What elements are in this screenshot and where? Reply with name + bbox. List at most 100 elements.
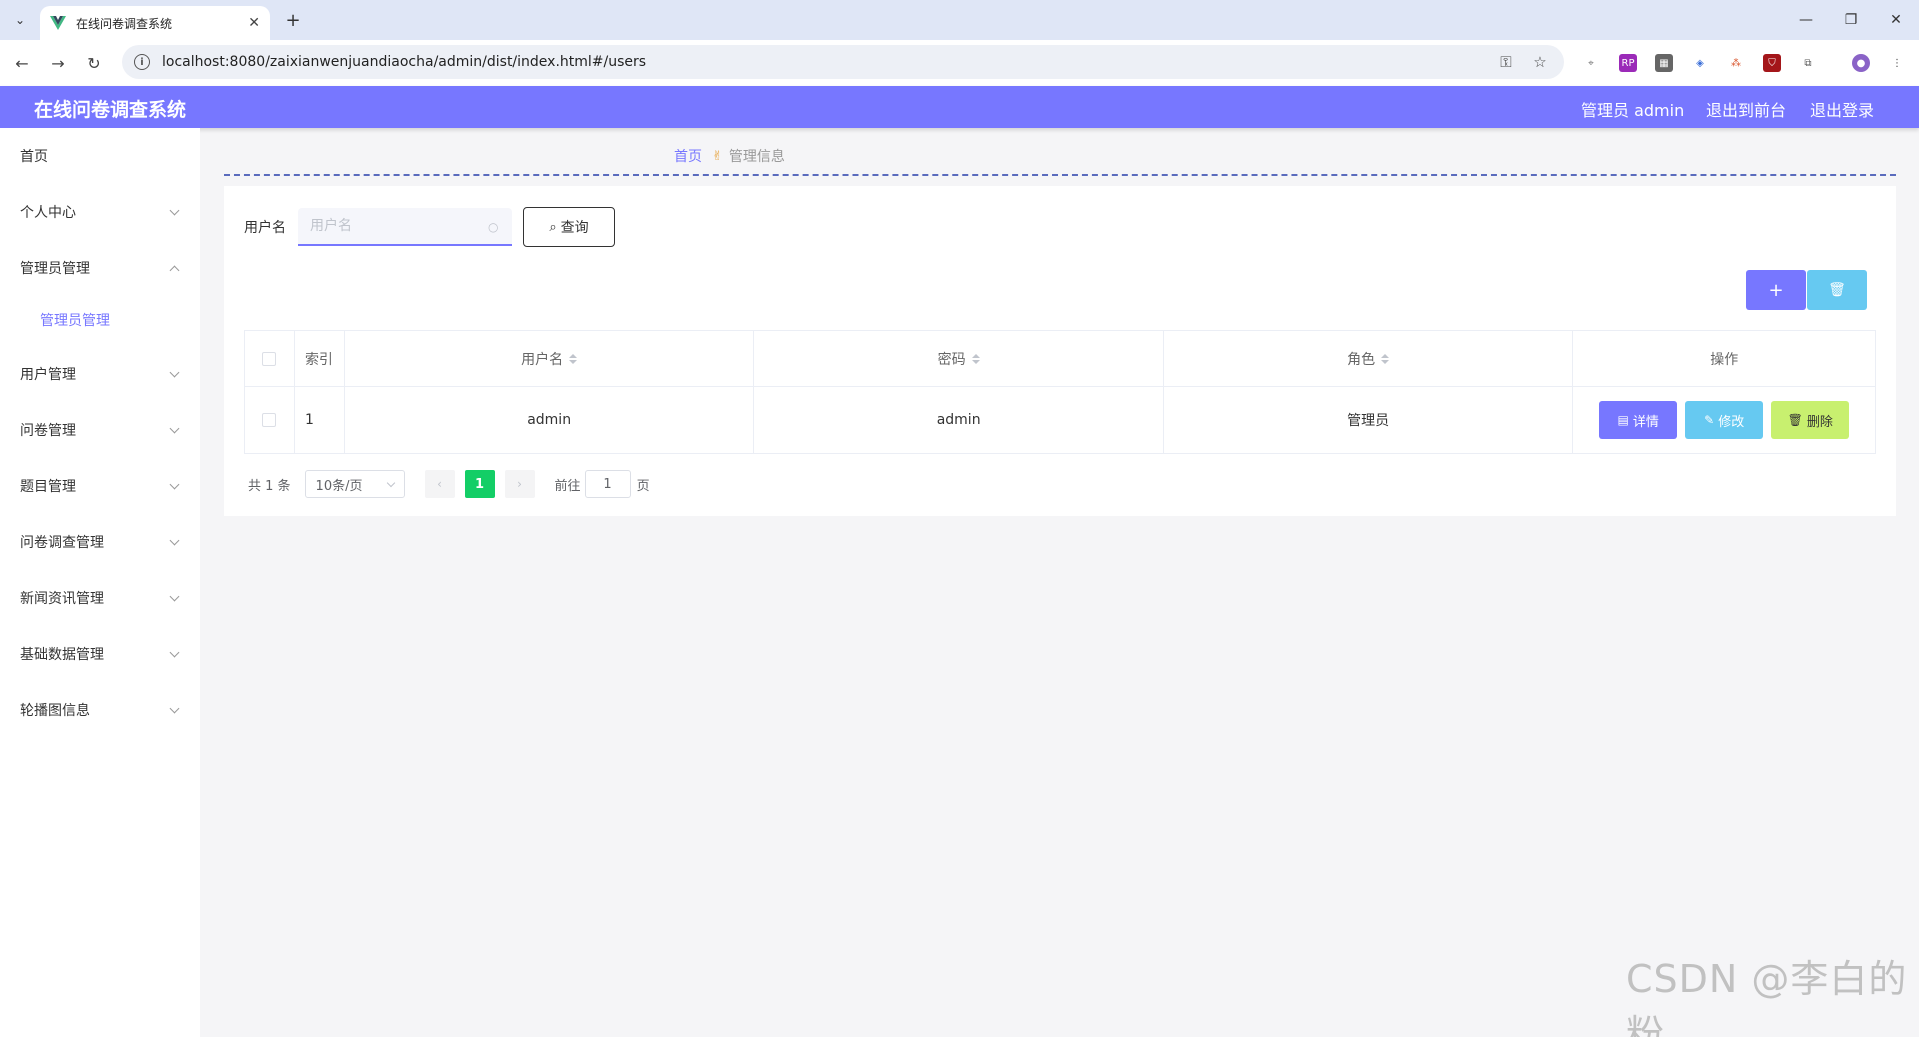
back-icon[interactable]: ←: [10, 51, 34, 75]
cursor-extension-icon[interactable]: ⌖: [1582, 54, 1600, 72]
browser-tab[interactable]: 在线问卷调查系统 ✕: [40, 6, 270, 40]
chevron-down-icon: [169, 647, 180, 658]
delete-button[interactable]: 🗑 删除: [1771, 401, 1850, 439]
header-check-cell: [245, 331, 295, 386]
site-info-icon[interactable]: i: [134, 54, 150, 70]
sidebar-item-users[interactable]: 用户管理: [0, 346, 200, 402]
key-icon[interactable]: ⚿: [1494, 53, 1518, 71]
sidebar-item-label: 管理员管理: [40, 313, 110, 329]
restore-icon[interactable]: ❐: [1836, 8, 1866, 32]
sort-icon[interactable]: [1381, 353, 1390, 364]
reload-icon[interactable]: ↻: [82, 51, 106, 75]
chevron-down-icon: [169, 423, 180, 434]
header-password[interactable]: 密码: [754, 331, 1164, 386]
edit-button[interactable]: ✎ 修改: [1685, 401, 1764, 439]
new-tab-icon[interactable]: +: [281, 8, 305, 32]
minimize-icon[interactable]: —: [1791, 8, 1821, 32]
tab-close-icon[interactable]: ✕: [248, 15, 260, 31]
reader-extension-icon[interactable]: ▦: [1655, 54, 1673, 72]
watermark: CSDN @李白的粉: [1626, 957, 1908, 1037]
browser-menu-icon[interactable]: ⋮: [1888, 54, 1906, 72]
sidebar-item-home[interactable]: 首页: [0, 128, 200, 184]
row-password: admin: [754, 387, 1164, 453]
header-role-label: 角色: [1347, 351, 1376, 368]
row-checkbox[interactable]: [262, 413, 277, 427]
row-ops: ▤ 详情 ✎ 修改 🗑 删除: [1573, 387, 1875, 453]
detail-button[interactable]: ▤ 详情: [1599, 401, 1678, 439]
sort-icon[interactable]: [971, 353, 980, 364]
sidebar: 首页 个人中心 管理员管理 管理员管理 用户管理 问卷管理 题目管理 问卷调查管…: [0, 128, 200, 1037]
delete-button-label: 删除: [1806, 414, 1833, 430]
batch-delete-button[interactable]: 🗑: [1807, 270, 1867, 310]
network-extension-icon[interactable]: ⁂: [1727, 54, 1745, 72]
chevron-down-icon: [169, 205, 180, 216]
goto-label: 前往: [554, 478, 581, 494]
sidebar-item-questionnaires[interactable]: 问卷管理: [0, 402, 200, 458]
extensions-puzzle-icon[interactable]: ⧉: [1799, 54, 1817, 72]
search-icon: ⌕: [549, 219, 557, 235]
page-suffix: 页: [636, 478, 650, 494]
document-icon: ▤: [1617, 413, 1629, 427]
browser-tab-bar: ⌄ 在线问卷调查系统 ✕ + — ❐ ✕: [0, 0, 1919, 40]
page-number-current[interactable]: 1: [464, 470, 495, 498]
header-index: 索引: [295, 331, 345, 386]
sidebar-item-label: 首页: [20, 149, 48, 165]
username-search-input[interactable]: [298, 208, 512, 246]
to-front-link[interactable]: 退出到前台: [1706, 97, 1786, 121]
address-bar[interactable]: i localhost:8080/zaixianwenjuandiaocha/a…: [122, 45, 1564, 79]
header-index-label: 索引: [304, 351, 333, 368]
tab-search-icon[interactable]: ⌄: [8, 8, 32, 32]
search-label: 用户名: [244, 220, 286, 236]
header-role[interactable]: 角色: [1164, 331, 1574, 386]
hand-icon: ✌: [712, 148, 723, 164]
sort-icon[interactable]: [569, 353, 578, 364]
chevron-left-icon: ‹: [437, 477, 442, 491]
logout-link[interactable]: 退出登录: [1810, 97, 1874, 121]
chevron-right-icon: ›: [517, 477, 522, 491]
forward-icon[interactable]: →: [46, 51, 70, 75]
edit-button-label: 修改: [1718, 414, 1745, 430]
sidebar-item-questions[interactable]: 题目管理: [0, 458, 200, 514]
page-size-value: 10条/页: [315, 478, 363, 494]
sidebar-item-label: 新闻资讯管理: [20, 591, 104, 607]
chevron-up-icon: [169, 265, 180, 276]
sidebar-item-admin[interactable]: 管理员管理: [0, 240, 200, 296]
sidebar-item-label: 轮播图信息: [20, 703, 90, 719]
add-button[interactable]: +: [1746, 270, 1806, 310]
query-button[interactable]: ⌕ 查询: [523, 207, 615, 247]
row-check-cell: [245, 387, 295, 453]
window-close-icon[interactable]: ✕: [1881, 8, 1911, 32]
table-header: 索引 用户名 密码 角色 操作: [245, 331, 1875, 387]
row-username: admin: [345, 387, 755, 453]
goto-page-input[interactable]: [584, 470, 631, 498]
bookmark-star-icon[interactable]: ☆: [1528, 53, 1552, 71]
sidebar-item-carousel[interactable]: 轮播图信息: [0, 682, 200, 738]
header-username[interactable]: 用户名: [345, 331, 755, 386]
next-page-button[interactable]: ›: [504, 470, 535, 498]
divider: [224, 174, 1896, 176]
sidebar-item-surveys[interactable]: 问卷调查管理: [0, 514, 200, 570]
ublock-extension-icon[interactable]: ⛉: [1763, 54, 1781, 72]
sidebar-item-news[interactable]: 新闻资讯管理: [0, 570, 200, 626]
sidebar-item-profile[interactable]: 个人中心: [0, 184, 200, 240]
sidebar-item-label: 基础数据管理: [20, 647, 104, 663]
profile-avatar-icon[interactable]: ●: [1852, 54, 1870, 72]
sidebar-item-label: 问卷管理: [20, 423, 76, 439]
sidebar-item-label: 问卷调查管理: [20, 535, 104, 551]
sidebar-item-basedata[interactable]: 基础数据管理: [0, 626, 200, 682]
header-username-label: 用户名: [521, 351, 564, 368]
chevron-down-icon: [169, 535, 180, 546]
prev-page-button[interactable]: ‹: [424, 470, 455, 498]
chevron-down-icon: [169, 703, 180, 714]
sidebar-item-label: 管理员管理: [20, 261, 90, 277]
row-index: 1: [295, 387, 345, 453]
sidebar-item-label: 个人中心: [20, 205, 76, 221]
browser-toolbar: ← → ↻ i localhost:8080/zaixianwenjuandia…: [0, 40, 1919, 86]
layers-extension-icon[interactable]: ◈: [1691, 54, 1709, 72]
sidebar-subitem-admin[interactable]: 管理员管理: [0, 295, 200, 345]
page-size-select[interactable]: 10条/页: [304, 470, 405, 498]
breadcrumb-home[interactable]: 首页: [674, 146, 702, 166]
rp-extension-icon[interactable]: RP: [1619, 54, 1637, 72]
select-all-checkbox[interactable]: [262, 351, 277, 366]
breadcrumb: 首页 ✌ 管理信息: [674, 146, 785, 166]
